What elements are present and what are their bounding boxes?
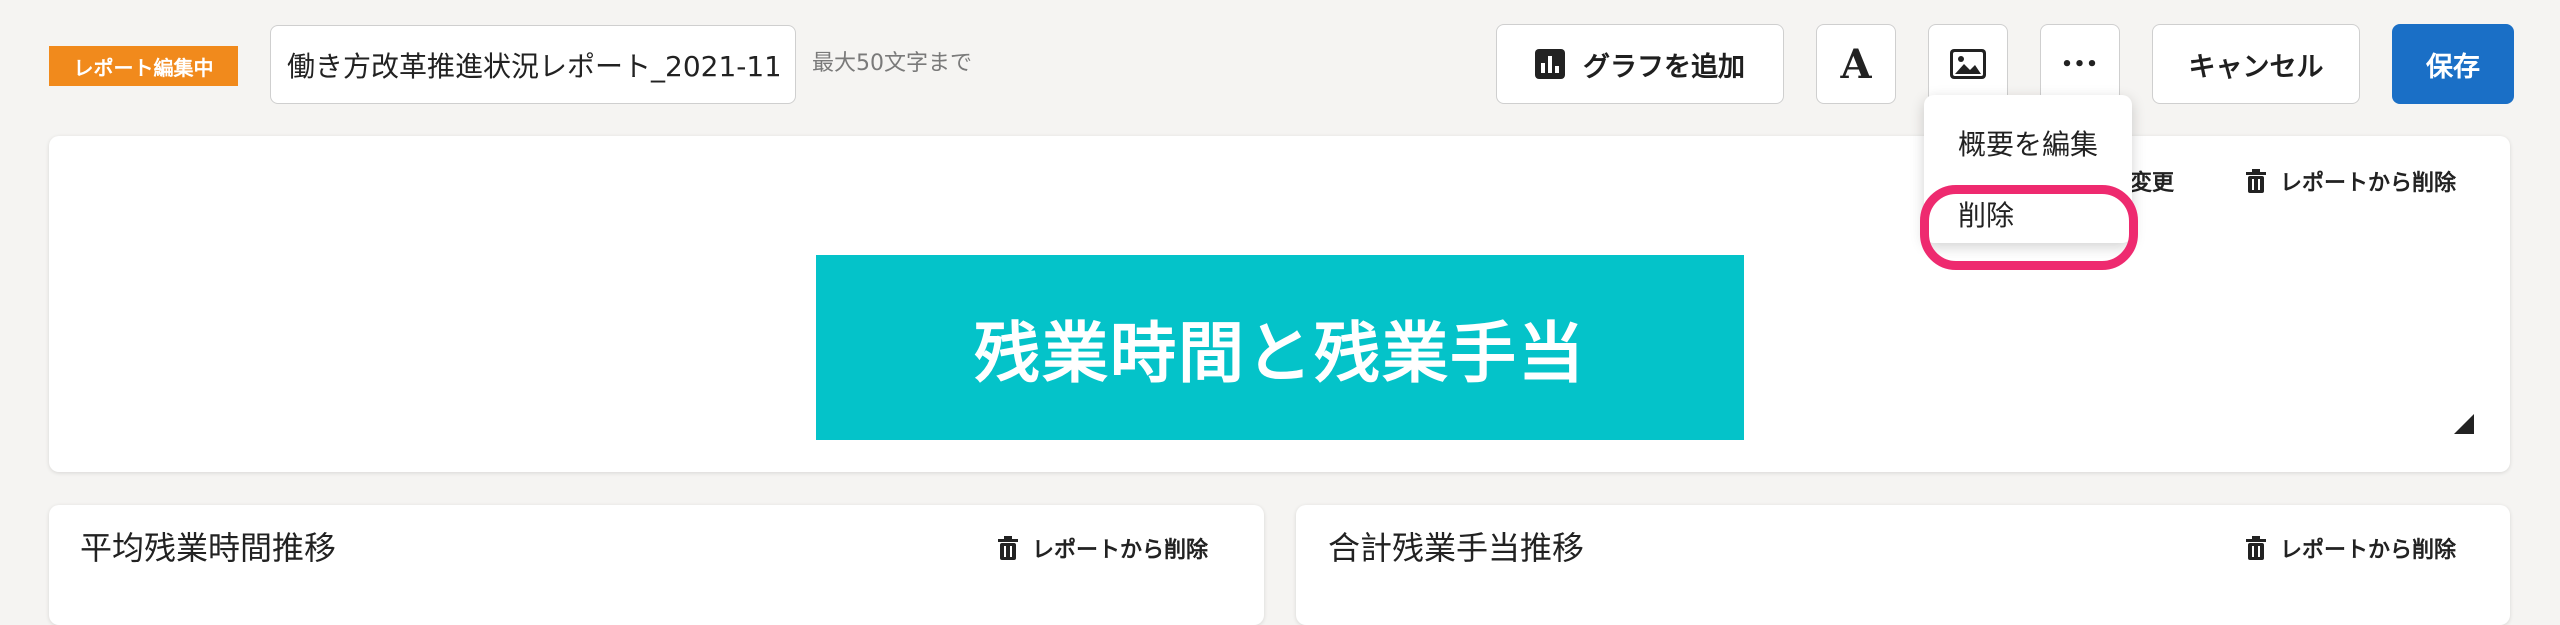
- bar-chart-icon: [1535, 49, 1565, 79]
- menu-item-edit-summary[interactable]: 概要を編集: [1958, 125, 2098, 165]
- add-graph-button[interactable]: グラフを追加: [1496, 24, 1784, 104]
- more-options-button[interactable]: •••: [2040, 24, 2120, 104]
- cancel-button[interactable]: キャンセル: [2152, 24, 2360, 104]
- more-icon: •••: [2061, 53, 2099, 75]
- delete-action-label: レポートから削除: [2280, 538, 2457, 563]
- add-graph-label: グラフを追加: [1583, 51, 1745, 83]
- card-title: 合計残業手当推移: [1328, 529, 1585, 567]
- resize-handle-icon[interactable]: [2454, 414, 2474, 434]
- status-badge: レポート編集中: [49, 46, 238, 86]
- banner-image[interactable]: 残業時間と残業手当: [816, 255, 1744, 440]
- highlight-annotation: [1920, 185, 2138, 270]
- delete-from-report-button[interactable]: レポートから削除: [2246, 163, 2456, 199]
- banner-text: 残業時間と残業手当: [974, 314, 1586, 392]
- image-icon: [1950, 49, 1986, 79]
- title-length-hint: 最大50文字まで: [812, 51, 972, 76]
- save-button[interactable]: 保存: [2392, 24, 2514, 104]
- report-title-input[interactable]: [270, 25, 796, 104]
- add-image-button[interactable]: [1928, 24, 2008, 104]
- delete-action-label: レポートから削除: [2280, 171, 2457, 196]
- card-title: 平均残業時間推移: [80, 529, 337, 567]
- text-icon: A: [1840, 40, 1872, 88]
- delete-from-report-button[interactable]: レポートから削除: [2246, 530, 2456, 566]
- delete-from-report-button[interactable]: レポートから削除: [998, 530, 1208, 566]
- trash-icon: [998, 536, 1018, 560]
- trash-icon: [2246, 169, 2266, 193]
- add-text-button[interactable]: A: [1816, 24, 1896, 104]
- delete-action-label: レポートから削除: [1032, 538, 1209, 563]
- trash-icon: [2246, 536, 2266, 560]
